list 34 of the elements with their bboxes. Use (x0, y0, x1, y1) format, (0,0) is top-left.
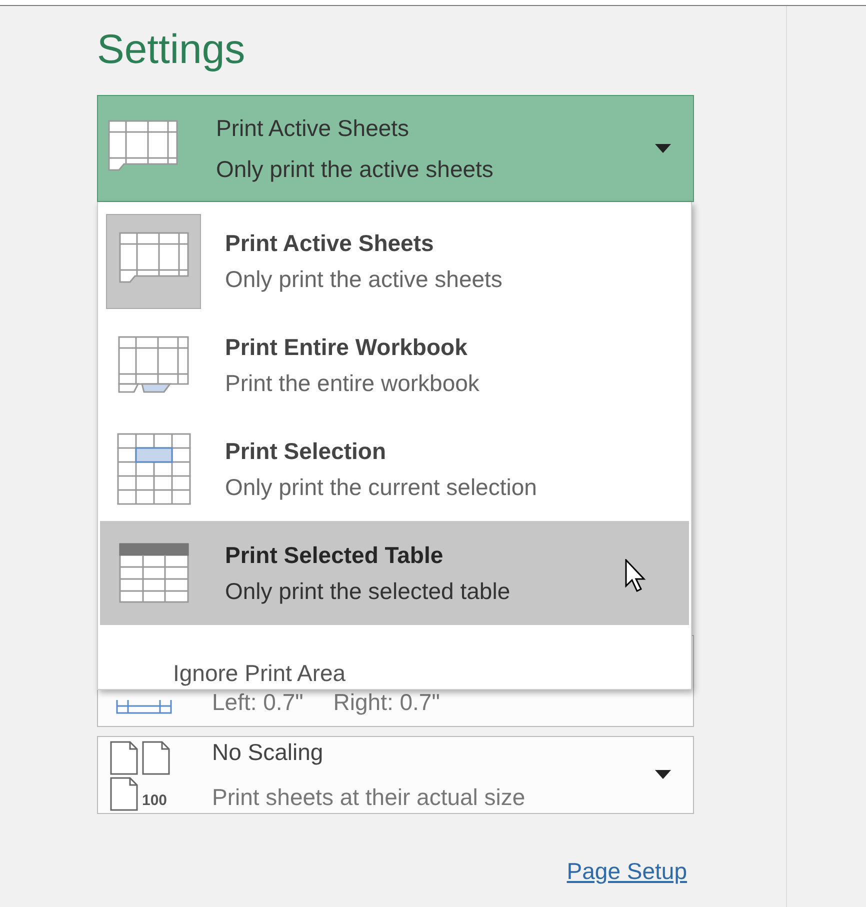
option-title: Print Selected Table (225, 542, 444, 568)
mouse-cursor-icon (625, 559, 647, 593)
scaling-dropdown[interactable]: 100 No Scaling Print sheets at their actual size (97, 736, 694, 814)
table-icon (118, 543, 188, 603)
print-option[interactable]: Print Selected Table Only print the selected table (100, 521, 689, 625)
settings-heading: Settings (97, 25, 246, 74)
print-option[interactable]: Print Selection Only print the current selection (100, 417, 689, 521)
option-description: Only print the current selection (225, 474, 537, 500)
selection-icon (116, 433, 190, 505)
option-description: Only print the active sheets (225, 266, 502, 292)
margins-icon (116, 700, 172, 714)
page-icon (142, 741, 170, 775)
workbook-icon (118, 336, 190, 394)
scaling-description: Print sheets at their actual size (212, 784, 526, 811)
page-icon (110, 741, 138, 775)
print-option[interactable]: Print Entire Workbook Print the entire workbook (100, 313, 689, 417)
caret-icon (655, 770, 671, 780)
print-what-dropdown[interactable]: Print Active Sheets Only print the active sheets (97, 95, 694, 202)
left-margin-value: Left: 0.7" (212, 691, 304, 714)
dropdown-description: Only print the active sheets (216, 156, 494, 182)
caret-icon (655, 144, 671, 154)
right-margin-value: Right: 0.7" (333, 691, 440, 714)
page-icon (110, 777, 138, 811)
print-option[interactable]: Print Active Sheets Only print the active sheets (100, 209, 689, 313)
dropdown-title: Print Active Sheets (216, 114, 410, 142)
scaling-title: No Scaling (212, 739, 324, 766)
page-setup-link[interactable]: Page Setup (566, 858, 687, 885)
ignore-print-area-option[interactable]: Ignore Print Area (98, 625, 691, 687)
scale-percent: 100 (142, 792, 168, 811)
option-title: Print Entire Workbook (225, 334, 468, 360)
option-description: Print the entire workbook (225, 370, 480, 396)
option-title: Print Active Sheets (225, 230, 435, 256)
option-title: Print Selection (225, 438, 388, 464)
option-description: Only print the selected table (225, 578, 510, 604)
